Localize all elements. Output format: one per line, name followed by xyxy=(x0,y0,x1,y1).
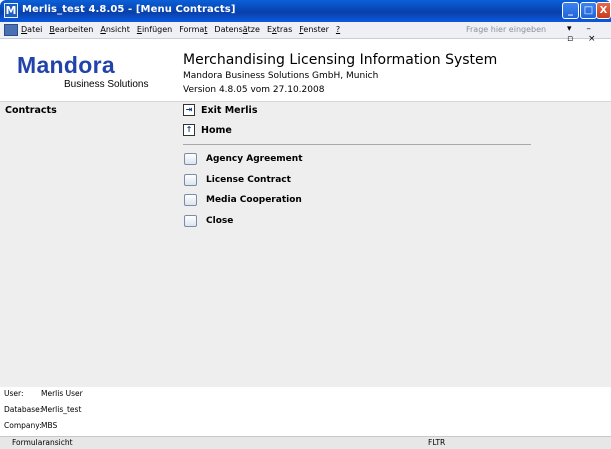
option-button-box[interactable] xyxy=(184,194,197,206)
exit-label: Exit Merlis xyxy=(201,104,258,116)
database-value: Merlis_test xyxy=(41,405,82,414)
status-bar: Formularansicht FLTR xyxy=(0,436,611,449)
system-title: Merchandising Licensing Information Syst… xyxy=(183,52,498,68)
home-button[interactable]: ↑ Home xyxy=(183,124,232,136)
option-label: Media Cooperation xyxy=(206,195,302,205)
divider xyxy=(183,144,531,145)
help-search-input[interactable]: Frage hier eingeben xyxy=(463,24,559,37)
title-bar: M Merlis_test 4.8.05 - [Menu Contracts] … xyxy=(0,0,611,22)
option-button-box[interactable] xyxy=(184,174,197,186)
menu-ansicht[interactable]: Ansicht xyxy=(100,25,130,34)
exit-merlis-button[interactable]: ⇥ Exit Merlis xyxy=(183,104,257,116)
menu-format[interactable]: Format xyxy=(179,25,207,34)
media-cooperation-option[interactable]: Media Cooperation xyxy=(184,194,302,206)
user-key: User: xyxy=(4,389,24,398)
menu-bar: Datei Bearbeiten Ansicht Einfügen Format… xyxy=(0,22,611,44)
menu-help[interactable]: ? xyxy=(336,25,340,34)
document-window-controls[interactable]: ▾ – ▫ × xyxy=(567,24,611,44)
database-key: Database: xyxy=(4,405,43,414)
option-button-box[interactable] xyxy=(184,153,197,165)
database-info: Database:Merlis_test xyxy=(4,405,81,414)
status-view-mode: Formularansicht xyxy=(12,438,73,447)
app-icon: M xyxy=(4,3,18,18)
license-contract-option[interactable]: License Contract xyxy=(184,174,291,186)
company-value: MBS xyxy=(41,421,58,430)
maximize-button[interactable]: □ xyxy=(580,2,597,19)
brand-logo: Mandora xyxy=(17,52,115,78)
brand-subtitle: Business Solutions xyxy=(64,79,149,90)
option-label: Agency Agreement xyxy=(206,154,303,164)
close-window-button[interactable]: X xyxy=(596,2,611,19)
menu-einfuegen[interactable]: Einfügen xyxy=(137,25,172,34)
company-line: Mandora Business Solutions GmbH, Munich xyxy=(183,71,379,81)
menu-datei[interactable]: Datei xyxy=(21,25,42,34)
status-filter: FLTR xyxy=(428,438,446,447)
menu-items: Datei Bearbeiten Ansicht Einfügen Format… xyxy=(21,25,347,34)
document-icon[interactable] xyxy=(4,24,18,36)
agency-agreement-option[interactable]: Agency Agreement xyxy=(184,153,303,165)
menu-extras[interactable]: Extras xyxy=(267,25,292,34)
version-line: Version 4.8.05 vom 27.10.2008 xyxy=(183,85,325,95)
option-label: Close xyxy=(206,216,234,226)
exit-icon: ⇥ xyxy=(183,104,195,116)
user-value: Merlis User xyxy=(41,389,83,398)
home-arrow-icon: ↑ xyxy=(183,124,195,136)
section-title: Contracts xyxy=(5,105,57,116)
home-label: Home xyxy=(201,124,232,136)
menu-datensaetze[interactable]: Datensätze xyxy=(214,25,260,34)
minimize-button[interactable]: _ xyxy=(562,2,579,19)
option-button-box[interactable] xyxy=(184,215,197,227)
close-option[interactable]: Close xyxy=(184,215,233,227)
company-key: Company: xyxy=(4,421,42,430)
user-info: User: Merlis User xyxy=(4,389,83,398)
company-info: Company:MBS xyxy=(4,421,57,430)
menu-fenster[interactable]: Fenster xyxy=(299,25,329,34)
menu-bearbeiten[interactable]: Bearbeiten xyxy=(49,25,93,34)
option-label: License Contract xyxy=(206,175,291,185)
window-title: Merlis_test 4.8.05 - [Menu Contracts] xyxy=(22,4,236,15)
